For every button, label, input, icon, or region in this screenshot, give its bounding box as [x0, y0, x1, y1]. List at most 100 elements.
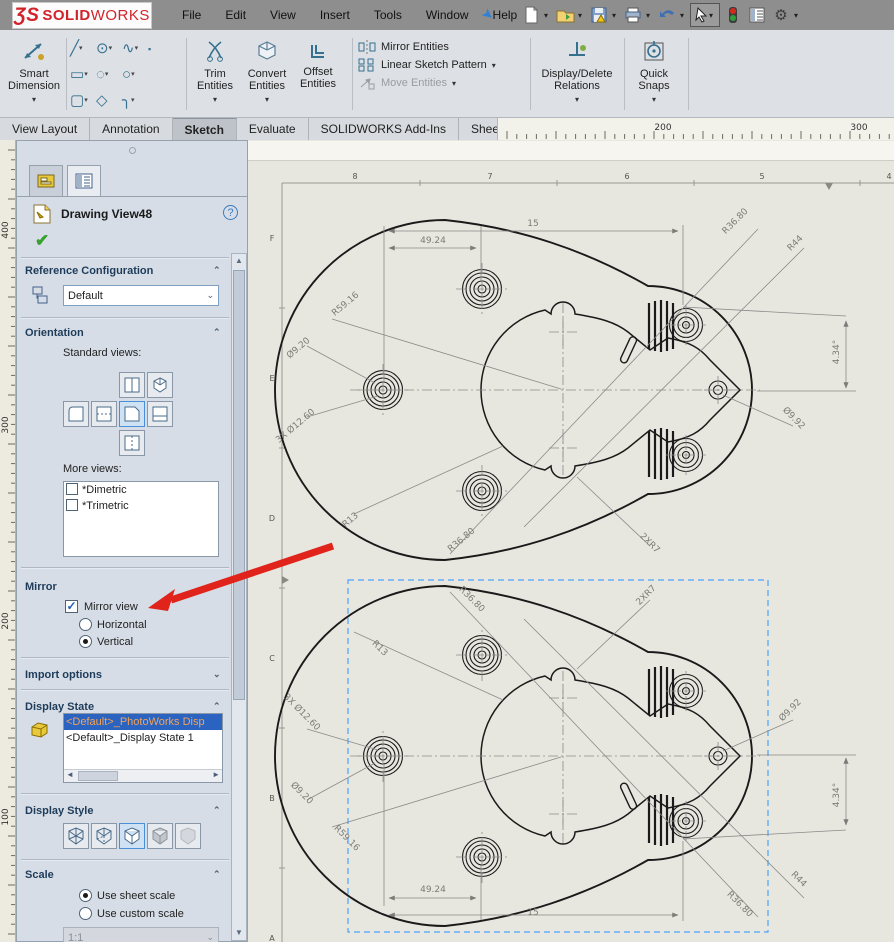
ellipse-tool-icon[interactable]: ○▾ [122, 69, 148, 81]
use-custom-scale-radio[interactable] [79, 907, 92, 920]
relations-dropdown-icon[interactable]: ▾ [536, 94, 618, 106]
dimension-label[interactable]: Ø9.20 [284, 335, 312, 361]
collapse-chevron-icon[interactable]: ⌃ [213, 265, 221, 276]
smart-dimension-dropdown-icon[interactable]: ▾ [4, 94, 64, 106]
scale-header[interactable]: Scale [25, 869, 54, 881]
view-checkbox[interactable] [66, 499, 78, 511]
view-bottom-button[interactable] [119, 430, 145, 456]
line-tool-icon[interactable]: ╱▾ [70, 43, 96, 55]
fillet-tool-icon[interactable]: ╮▾ [122, 95, 148, 107]
quick-snaps-dropdown-icon[interactable]: ▾ [630, 94, 678, 106]
scroll-down-icon[interactable]: ▼ [233, 926, 245, 940]
open-doc-dropdown-icon[interactable]: ▾ [578, 11, 586, 20]
dimension-label[interactable]: 2XR7 [637, 532, 661, 556]
panel-collapse-handle[interactable] [129, 147, 136, 154]
reference-configuration-header[interactable]: Reference Configuration [25, 265, 153, 277]
undo-dropdown-icon[interactable]: ▾ [680, 11, 688, 20]
configuration-dropdown[interactable]: Default ⌄ [63, 285, 219, 306]
dimension-label[interactable]: 49.24 [420, 885, 446, 895]
menu-tools[interactable]: Tools [362, 0, 414, 30]
orientation-header[interactable]: Orientation [25, 327, 84, 339]
drawing-view-bottom[interactable] [275, 586, 760, 926]
performance-icon[interactable] [722, 4, 744, 26]
drawing-view-top[interactable] [275, 220, 760, 560]
import-options-header[interactable]: Import options [25, 669, 102, 681]
new-doc-dropdown-icon[interactable]: ▾ [544, 11, 552, 20]
menu-file[interactable]: File [170, 0, 213, 30]
circle-tool-icon[interactable]: ⊙▾ [96, 43, 122, 55]
confirm-check-icon[interactable]: ✔ [35, 231, 49, 251]
new-document-icon[interactable] [520, 4, 542, 26]
display-state-hscrollbar[interactable]: ◄ ► [64, 769, 222, 782]
trim-entities-button[interactable]: Trim Entities ▾ [192, 34, 238, 106]
mirror-entities-button[interactable]: Mirror Entities [358, 40, 449, 54]
menu-window[interactable]: Window [414, 0, 481, 30]
menu-view[interactable]: View [258, 0, 308, 30]
menu-edit[interactable]: Edit [213, 0, 258, 30]
tab-evaluate[interactable]: Evaluate [237, 118, 309, 140]
tab-solidworks-add-ins[interactable]: SOLIDWORKS Add-Ins [309, 118, 459, 140]
dimension-labels-bottom[interactable]: R36.802XR7R133X Ø12.60Ø9.20R59.1649.2415… [281, 584, 842, 920]
view-back-button[interactable] [91, 401, 117, 427]
tab-annotation[interactable]: Annotation [90, 118, 172, 140]
dimension-label[interactable]: 2XR7 [635, 584, 659, 608]
save-dropdown-icon[interactable]: ▾ [612, 11, 620, 20]
display-state-item[interactable]: <Default>_Display State 1 [64, 730, 222, 746]
dimension-label[interactable]: 3X Ø12.60 [274, 406, 318, 445]
dimension-label[interactable]: Ø9.92 [777, 697, 804, 724]
dimension-label[interactable]: R44 [789, 870, 809, 890]
dimension-label[interactable]: 15 [527, 908, 538, 918]
convert-entities-button[interactable]: Convert Entities ▾ [242, 34, 292, 106]
dimension-labels-top[interactable]: 1549.24R36.80R44R59.16Ø9.203X Ø12.60R13R… [274, 207, 842, 556]
configuration-tab[interactable] [67, 165, 101, 196]
dimension-label[interactable]: 15 [527, 219, 538, 229]
settings-dropdown-icon[interactable]: ▾ [794, 11, 802, 20]
more-views-listbox[interactable]: *Dimetric*Trimetric [63, 481, 219, 557]
scroll-left-icon[interactable]: ◄ [66, 770, 74, 779]
use-sheet-scale-radio[interactable] [79, 889, 92, 902]
view-front-button-selected[interactable] [119, 401, 145, 427]
dimension-label[interactable]: R36.80 [725, 890, 755, 920]
expand-chevron-icon[interactable]: ⌄ [213, 669, 221, 680]
collapse-chevron-icon[interactable]: ⌃ [213, 701, 221, 712]
display-state-item[interactable]: <Default>_PhotoWorks Disp [64, 714, 222, 730]
collapse-chevron-icon[interactable]: ⌃ [213, 869, 221, 880]
tab-sketch[interactable]: Sketch [173, 118, 237, 140]
options-list-icon[interactable] [746, 4, 768, 26]
collapse-chevron-icon[interactable]: ⌃ [213, 581, 221, 592]
display-state-listbox[interactable]: <Default>_PhotoWorks Disp<Default>_Displ… [63, 713, 223, 783]
polygon-tool-icon[interactable]: ◇ [96, 95, 122, 107]
dimension-label[interactable]: 49.24 [420, 236, 446, 246]
slot-tool-icon[interactable]: ▢▾ [70, 95, 96, 107]
dimension-label[interactable]: 4.34° [832, 340, 842, 365]
dimension-label[interactable]: R13 [370, 639, 390, 659]
linear-sketch-pattern-button[interactable]: Linear Sketch Pattern ▾ [358, 58, 496, 72]
display-state-header[interactable]: Display State [25, 701, 94, 713]
tab-view-layout[interactable]: View Layout [0, 118, 90, 140]
more-views-item[interactable]: *Trimetric [64, 498, 218, 514]
mirror-view-checkbox[interactable]: ✓ [65, 600, 78, 613]
dimension-label[interactable]: 4.34° [832, 783, 842, 808]
more-views-item[interactable]: *Dimetric [64, 482, 218, 498]
menu-insert[interactable]: Insert [308, 0, 362, 30]
display-delete-relations-button[interactable]: Display/Delete Relations ▾ [536, 34, 618, 106]
select-tool-button[interactable]: ▾ [690, 3, 720, 27]
mirror-header[interactable]: Mirror [25, 581, 57, 593]
collapse-chevron-icon[interactable]: ⌃ [213, 327, 221, 338]
save-icon[interactable] [588, 4, 610, 26]
dimension-label[interactable]: 3X Ø12.60 [281, 692, 323, 734]
select-dropdown-icon[interactable]: ▾ [709, 11, 717, 20]
smart-dimension-button[interactable]: Smart Dimension ▾ [4, 34, 64, 106]
collapse-chevron-icon[interactable]: ⌃ [213, 805, 221, 816]
dimension-label[interactable]: Ø9.20 [288, 780, 315, 807]
hscroll-thumb[interactable] [78, 771, 118, 781]
wireframe-style-button[interactable] [63, 823, 89, 849]
display-style-header[interactable]: Display Style [25, 805, 93, 817]
view-left-button[interactable] [63, 401, 89, 427]
scroll-right-icon[interactable]: ► [212, 770, 220, 779]
open-document-icon[interactable] [554, 4, 576, 26]
vertical-ruler[interactable]: 400300200100 [0, 140, 16, 942]
convert-dropdown-icon[interactable]: ▾ [242, 94, 292, 106]
view-isometric-button[interactable] [147, 372, 173, 398]
vertical-radio[interactable] [79, 635, 92, 648]
